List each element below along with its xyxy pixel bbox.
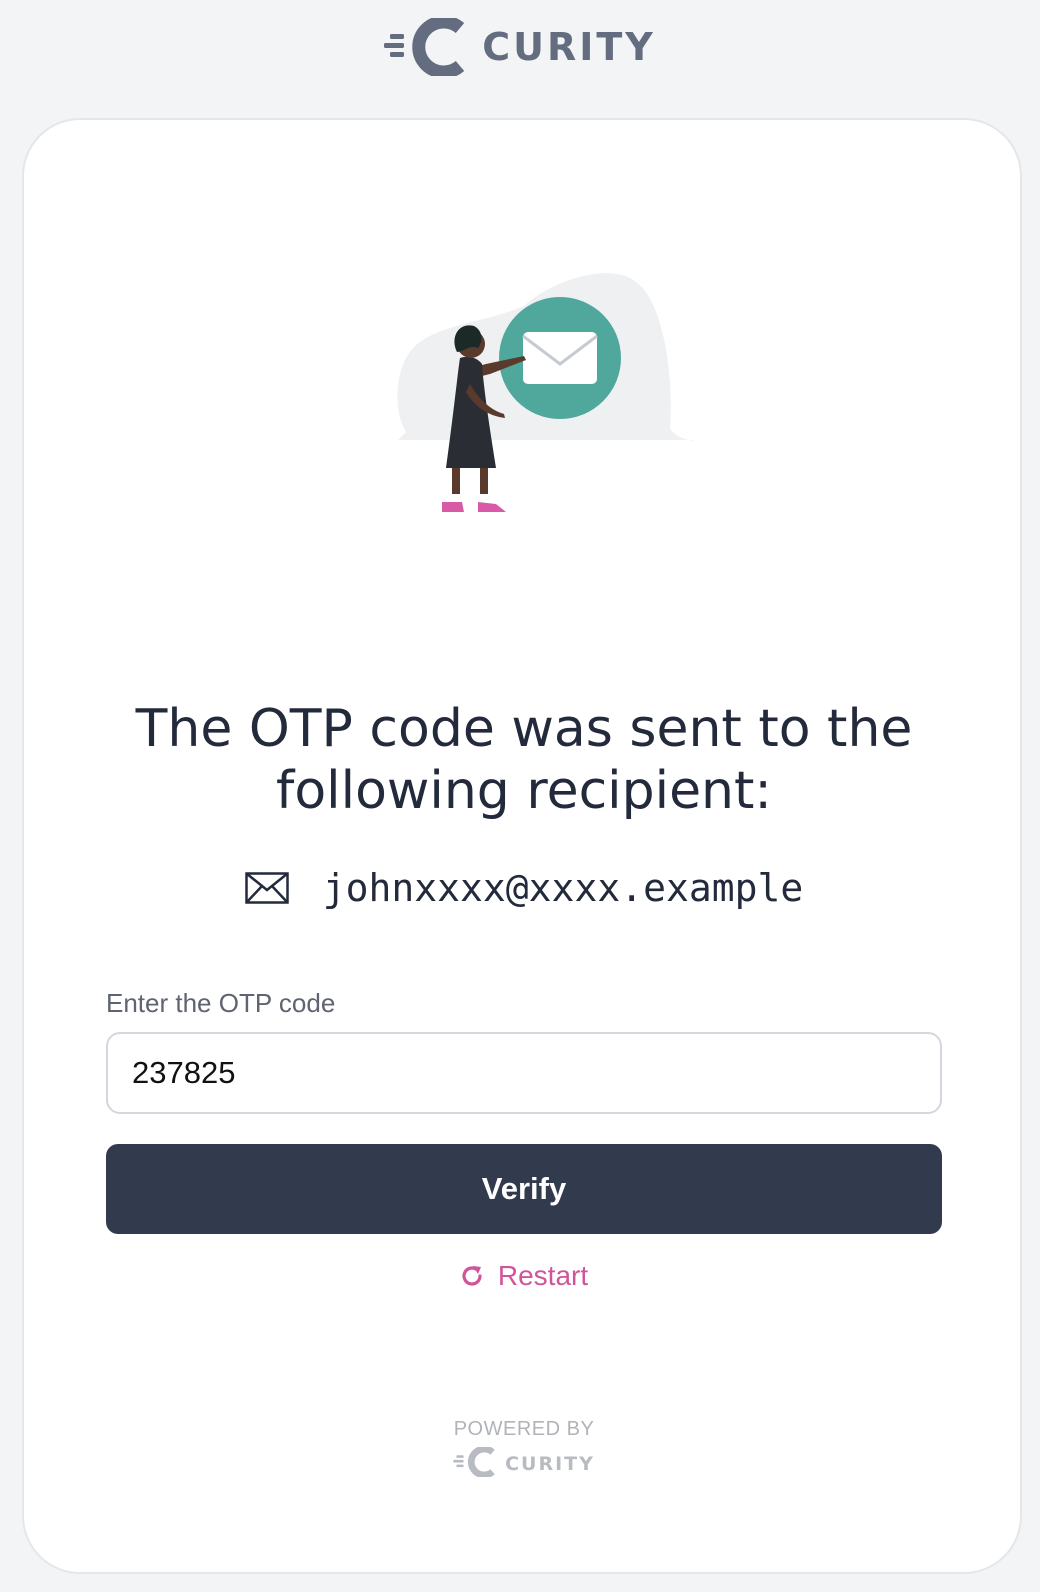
page-title: The OTP code was sent to the following r… (135, 699, 913, 821)
recipient-row: johnxxxx@xxxx.example (24, 864, 1024, 912)
envelope-illustration (374, 260, 714, 550)
curity-footer-logo-icon (453, 1445, 497, 1482)
envelope-icon (245, 872, 289, 904)
restart-label: Restart (497, 1260, 589, 1291)
login-card: The OTP code was sent to the following r… (22, 118, 1022, 1574)
powered-by-label: POWERED BY (453, 1418, 595, 1440)
otp-input[interactable] (106, 1032, 942, 1114)
curity-logo-icon (384, 18, 468, 76)
otp-label: Enter the OTP code (106, 988, 336, 1018)
recipient-email: johnxxxx@xxxx.example (322, 866, 804, 910)
restart-link[interactable]: Restart (24, 1256, 1024, 1296)
footer-logo: CURITY (24, 1445, 1024, 1482)
refresh-icon (460, 1264, 484, 1288)
brand-name: CURITY (482, 25, 656, 69)
header-logo: CURITY (0, 18, 1040, 76)
verify-button[interactable]: Verify (106, 1144, 942, 1234)
footer-brand-name: CURITY (505, 1453, 595, 1475)
